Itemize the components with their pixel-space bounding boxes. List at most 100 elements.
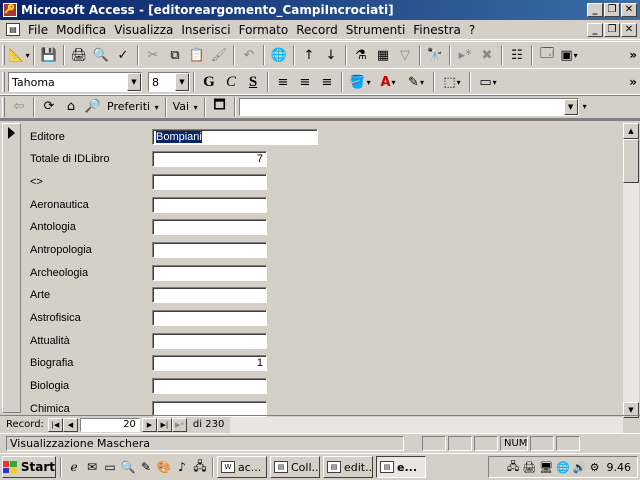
tray-antivirus-icon[interactable]: ⚙ xyxy=(590,461,600,474)
totale-idlibro-field[interactable]: 7 xyxy=(152,151,267,167)
new-object-icon[interactable]: ▣ ▾ xyxy=(558,44,580,66)
search-web-icon[interactable]: 🔎 xyxy=(82,96,104,118)
sort-descending-icon[interactable]: ↓ xyxy=(320,44,342,66)
print-icon[interactable]: 🖨 xyxy=(68,44,90,66)
network-icon[interactable]: 🖧 xyxy=(191,458,209,476)
underline-button[interactable]: S xyxy=(242,71,264,93)
menu-formato[interactable]: Formato xyxy=(235,23,293,37)
copy-icon[interactable]: ⧉ xyxy=(164,44,186,66)
save-icon[interactable]: 💾 xyxy=(38,44,60,66)
sort-ascending-icon[interactable]: ↑ xyxy=(298,44,320,66)
astrofisica-field[interactable] xyxy=(152,310,267,326)
font-name-select[interactable]: Tahoma ▼ xyxy=(8,72,142,92)
toolbar-options-icon[interactable]: ▾ xyxy=(583,102,587,111)
delete-record-icon[interactable]: ✖ xyxy=(476,44,498,66)
outlook-icon[interactable]: ✉ xyxy=(83,458,101,476)
form-document-icon[interactable]: ▤ xyxy=(6,23,20,36)
paint-icon[interactable]: 🎨 xyxy=(155,458,173,476)
toolbar-more-chevron-icon[interactable]: » xyxy=(629,48,637,62)
desktop-icon[interactable]: ▭ xyxy=(101,458,119,476)
internet-explorer-icon[interactable]: ℯ xyxy=(65,458,83,476)
apply-filter-icon[interactable]: ▽ xyxy=(394,44,416,66)
line-color-icon[interactable]: ✎ ▾ xyxy=(402,71,430,93)
doc-close-button[interactable]: ✕ xyxy=(621,22,637,37)
scroll-thumb[interactable] xyxy=(623,139,639,183)
toolbar-more-chevron-icon[interactable]: » xyxy=(629,75,637,89)
cut-icon[interactable]: ✂ xyxy=(142,44,164,66)
spelling-icon[interactable]: ✓ xyxy=(112,44,134,66)
filter-by-form-icon[interactable]: ▦ xyxy=(372,44,394,66)
menu-help[interactable]: ? xyxy=(465,23,479,37)
italic-button[interactable]: C xyxy=(220,71,242,93)
biografia-field[interactable]: 1 xyxy=(152,355,267,371)
paste-icon[interactable]: 📋 xyxy=(186,44,208,66)
border-width-icon[interactable]: ⬚ ▾ xyxy=(438,71,466,93)
home-icon[interactable]: ⌂ xyxy=(60,96,82,118)
hyperlink-icon[interactable]: 🌐 xyxy=(268,44,290,66)
empty-category-field[interactable] xyxy=(152,174,267,190)
tray-monitor-icon[interactable]: 🖥 xyxy=(539,461,553,474)
menu-file[interactable]: File xyxy=(24,23,52,37)
attualita-field[interactable] xyxy=(152,333,267,349)
menu-modifica[interactable]: Modifica xyxy=(52,23,110,37)
properties-icon[interactable]: ☷ xyxy=(506,44,528,66)
archeologia-field[interactable] xyxy=(152,265,267,281)
new-record-icon[interactable]: ▸* xyxy=(454,44,476,66)
chevron-down-icon[interactable]: ▼ xyxy=(175,73,189,91)
access-app-icon[interactable]: 🔑 xyxy=(3,3,17,17)
new-record-nav-icon[interactable]: ▶* xyxy=(171,417,187,432)
go-menu[interactable]: Vai ▾ xyxy=(170,100,201,113)
font-color-icon[interactable]: A ▾ xyxy=(374,71,402,93)
notepad-icon[interactable]: ✎ xyxy=(137,458,155,476)
toolbar-grip[interactable] xyxy=(2,96,5,117)
media-icon[interactable]: ♪ xyxy=(173,458,191,476)
align-center-icon[interactable]: ≡ xyxy=(294,71,316,93)
toolbar-grip[interactable] xyxy=(2,45,5,65)
previous-record-icon[interactable]: ◀ xyxy=(62,417,78,432)
chevron-down-icon[interactable]: ▼ xyxy=(127,73,141,91)
tray-globe-icon[interactable]: 🌐 xyxy=(556,461,570,474)
last-record-icon[interactable]: ▶| xyxy=(156,417,172,432)
fill-color-icon[interactable]: 🪣 ▾ xyxy=(346,71,374,93)
align-left-icon[interactable]: ≡ xyxy=(272,71,294,93)
record-selector[interactable] xyxy=(2,123,21,413)
menu-inserisci[interactable]: Inserisci xyxy=(177,23,234,37)
font-size-select[interactable]: 8 ▼ xyxy=(148,72,190,92)
tray-printer-icon[interactable]: 🖨 xyxy=(522,461,536,474)
format-painter-icon[interactable]: 🖌 xyxy=(208,44,230,66)
chevron-down-icon[interactable]: ▼ xyxy=(563,98,578,115)
taskbar-button-access[interactable]: ▤ e... xyxy=(376,456,426,478)
clock[interactable]: 9.46 xyxy=(607,461,632,474)
antologia-field[interactable] xyxy=(152,219,267,235)
menu-finestra[interactable]: Finestra xyxy=(409,23,465,37)
menu-visualizza[interactable]: Visualizza xyxy=(110,23,177,37)
special-effect-icon[interactable]: ▭ ▾ xyxy=(474,71,502,93)
horizontal-scrollbar[interactable] xyxy=(230,416,623,433)
taskbar-button-collections[interactable]: ▤ Coll... xyxy=(270,456,320,478)
doc-restore-button[interactable]: ❐ xyxy=(604,22,620,37)
undo-icon[interactable]: ↶ xyxy=(238,44,260,66)
find-files-icon[interactable]: 🔍 xyxy=(119,458,137,476)
editore-field[interactable]: Bompiani xyxy=(152,129,318,145)
biologia-field[interactable] xyxy=(152,378,267,394)
print-preview-icon[interactable]: 🔍 xyxy=(90,44,112,66)
toolbar-grip[interactable] xyxy=(2,72,5,92)
align-right-icon[interactable]: ≡ xyxy=(316,71,338,93)
refresh-icon[interactable]: ⟳ xyxy=(38,96,60,118)
restore-button[interactable]: ❐ xyxy=(604,3,620,17)
address-input[interactable]: ▼ xyxy=(238,97,579,116)
taskbar-button-word[interactable]: Wac... xyxy=(217,456,267,478)
menu-strumenti[interactable]: Strumenti xyxy=(342,23,410,37)
taskbar-button-edit[interactable]: ▤ edit... xyxy=(323,456,373,478)
scroll-up-icon[interactable]: ▲ xyxy=(623,123,639,139)
close-button[interactable]: ✕ xyxy=(621,3,637,17)
record-number-input[interactable]: 20 xyxy=(79,417,140,432)
bold-button[interactable]: G xyxy=(198,71,220,93)
vertical-scrollbar[interactable]: ▲ ▼ xyxy=(623,123,639,418)
menu-record[interactable]: Record xyxy=(292,23,341,37)
favorites-menu[interactable]: Preferiti ▾ xyxy=(104,100,162,113)
start-button[interactable]: Start xyxy=(2,456,56,478)
antropologia-field[interactable] xyxy=(152,242,267,258)
next-record-icon[interactable]: ▶ xyxy=(141,417,157,432)
first-record-icon[interactable]: |◀ xyxy=(47,417,63,432)
